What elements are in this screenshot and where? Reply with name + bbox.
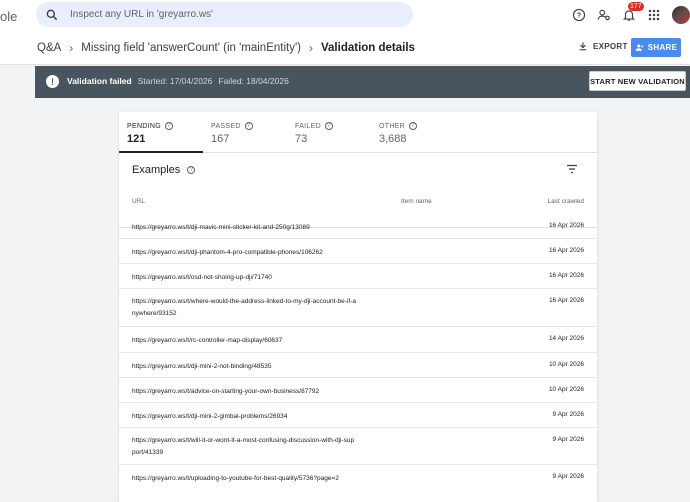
notification-count-badge: 177 [628,2,644,11]
notifications-button[interactable]: 177 [619,2,644,25]
status-tabs: PENDING? 121 PASSED? 167 FAILED? 73 OTHE… [119,112,597,153]
row-date: 16 Apr 2026 [548,297,584,304]
row-url[interactable]: https://greyarro.ws/t/will-it-or-wont-it… [132,435,372,459]
chevron-right-icon: › [69,41,74,55]
examples-card: PENDING? 121 PASSED? 167 FAILED? 73 OTHE… [119,112,597,502]
tab-count: 121 [127,133,146,145]
row-url[interactable]: https://greyarro.ws/t/advice-on-starting… [132,386,372,398]
row-date: 10 Apr 2026 [548,386,584,393]
table-row[interactable]: https://greyarro.ws/t/dji-mini-2-not-bin… [119,353,597,378]
table-row[interactable]: https://greyarro.ws/t/osd-not-shoing-up-… [119,264,597,289]
breadcrumb-item-issue[interactable]: Missing field 'answerCount' (in 'mainEnt… [81,42,301,54]
row-url[interactable]: https://greyarro.ws/t/osd-not-shoing-up-… [132,272,372,284]
tab-other[interactable]: OTHER? 3,688 [371,112,455,152]
share-label: SHARE [647,43,678,52]
row-url[interactable]: https://greyarro.ws/t/dji-mini-2-not-bin… [132,361,372,373]
tab-count: 73 [295,133,308,145]
table-row[interactable]: https://greyarro.ws/t/rc-controller-map-… [119,327,597,353]
search-input[interactable] [70,9,390,20]
table-row[interactable]: https://greyarro.ws/t/will-it-or-wont-it… [119,428,597,465]
chevron-right-icon: › [309,41,313,55]
row-url[interactable]: https://greyarro.ws/t/dji-phantom-4-pro-… [132,247,372,259]
column-item-name[interactable]: Item name [401,198,432,205]
start-new-validation-button[interactable]: START NEW VALIDATION [589,71,686,91]
row-date: 16 Apr 2026 [548,272,584,279]
people-settings-icon[interactable] [594,5,614,25]
examples-title: Examples [132,164,181,176]
svg-text:?: ? [577,13,581,20]
table-row[interactable]: https://greyarro.ws/t/dji-mini-2-gimbal-… [119,403,597,428]
tab-label: OTHER [379,122,405,130]
help-icon[interactable]: ? [187,166,196,174]
examples-table: https://greyarro.ws/t/dji-mavic-mini-sti… [119,214,597,490]
top-bar: ole ? 177 [0,0,690,30]
row-url[interactable]: https://greyarro.ws/t/dji-mini-2-gimbal-… [132,411,372,423]
row-date: 14 Apr 2026 [548,335,584,342]
table-row[interactable]: https://greyarro.ws/t/uploading-to-youtu… [119,465,597,490]
validation-status-label: Validation failed [67,76,132,86]
breadcrumb-bar: Q&A › Missing field 'answerCount' (in 'm… [0,30,690,65]
row-url[interactable]: https://greyarro.ws/t/where-would-the-ad… [132,296,372,320]
tab-passed[interactable]: PASSED? 167 [203,112,287,152]
row-url[interactable]: https://greyarro.ws/t/dji-mavic-mini-sti… [132,222,372,234]
tab-label: FAILED [295,122,321,130]
validation-started: Started: 17/04/2026 [137,76,213,86]
search-icon [46,9,58,20]
alert-icon: ! [46,75,59,88]
help-icon[interactable]: ? [165,122,173,130]
row-url[interactable]: https://greyarro.ws/t/uploading-to-youtu… [132,473,452,485]
account-avatar[interactable] [672,6,690,24]
filter-icon[interactable] [566,164,578,174]
table-row[interactable]: https://greyarro.ws/t/dji-phantom-4-pro-… [119,239,597,264]
breadcrumb: Q&A › Missing field 'answerCount' (in 'm… [37,41,415,55]
validation-failed-date: Failed: 18/04/2026 [218,76,289,86]
breadcrumb-item-qa[interactable]: Q&A [37,42,61,54]
row-date: 9 Apr 2026 [552,411,584,418]
page-title: Validation details [321,42,415,54]
validation-status-bar: ! Validation failed Started: 17/04/2026 … [35,66,690,98]
tab-label: PENDING [127,122,161,130]
person-add-icon [635,44,643,51]
tab-count: 167 [211,133,230,145]
examples-heading: Examples ? [132,164,196,176]
tab-count: 3,688 [379,133,407,145]
table-row[interactable]: https://greyarro.ws/t/where-would-the-ad… [119,289,597,327]
tab-label: PASSED [211,122,241,130]
row-url[interactable]: https://greyarro.ws/t/rc-controller-map-… [132,335,372,347]
export-button[interactable]: EXPORT [578,41,628,51]
download-icon [579,42,587,51]
table-row[interactable]: https://greyarro.ws/t/dji-mavic-mini-sti… [119,214,597,239]
column-last-crawled[interactable]: Last crawled [548,198,585,205]
help-icon[interactable]: ? [569,5,589,25]
export-label: EXPORT [593,41,628,51]
table-row[interactable]: https://greyarro.ws/t/advice-on-starting… [119,378,597,403]
column-url[interactable]: URL [132,198,145,205]
row-date: 16 Apr 2026 [548,222,584,229]
row-date: 16 Apr 2026 [548,247,584,254]
tab-pending[interactable]: PENDING? 121 [119,112,203,153]
url-inspection-search[interactable] [36,2,413,27]
apps-grid-icon[interactable] [644,5,664,25]
tab-failed[interactable]: FAILED? 73 [287,112,371,152]
row-date: 9 Apr 2026 [552,473,584,480]
row-date: 9 Apr 2026 [552,436,584,443]
product-name-fragment: ole [0,9,18,24]
help-icon[interactable]: ? [409,122,417,130]
row-date: 10 Apr 2026 [548,361,584,368]
share-button[interactable]: SHARE [631,38,681,57]
help-icon[interactable]: ? [244,122,253,130]
help-icon[interactable]: ? [324,122,333,130]
